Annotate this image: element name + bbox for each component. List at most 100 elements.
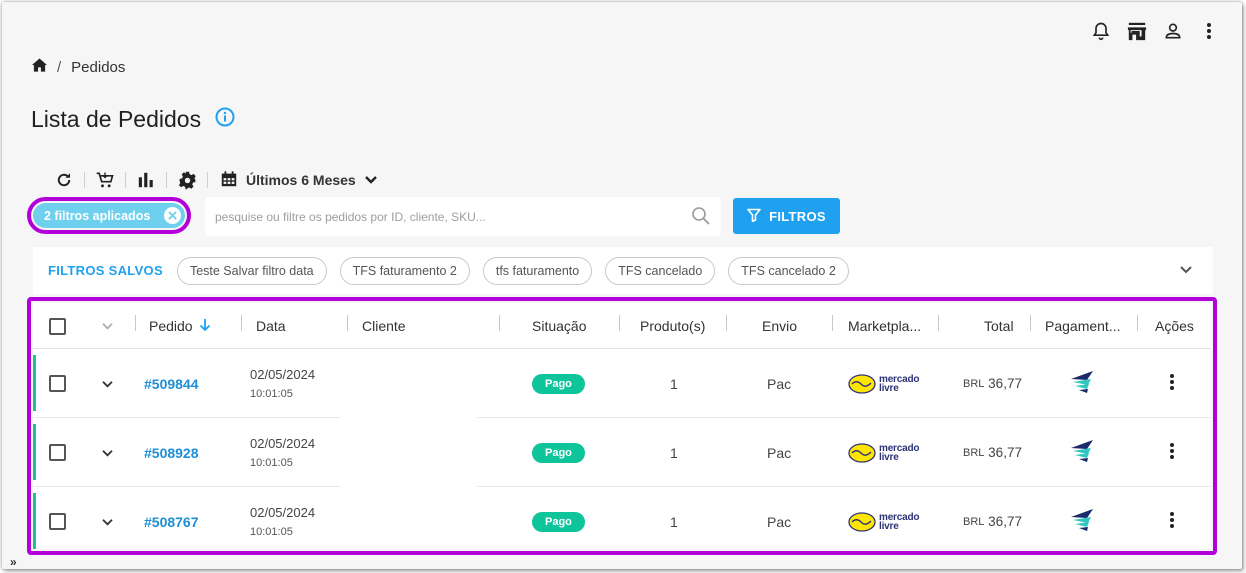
- home-icon[interactable]: [32, 58, 47, 76]
- shipping-cell: Pac: [767, 349, 791, 418]
- products-cell: 1: [670, 487, 678, 556]
- column-separator: [241, 315, 242, 331]
- products-count: 1: [670, 375, 678, 392]
- row-checkbox[interactable]: [49, 444, 66, 461]
- payment-cell: [1069, 349, 1097, 418]
- actions-cell: [1169, 487, 1175, 556]
- breadcrumb-separator: /: [57, 58, 62, 76]
- column-data[interactable]: Data: [256, 303, 286, 349]
- marketplace-cell: mercado livre: [848, 418, 919, 487]
- total-cell: BRL 36,77: [963, 349, 1022, 418]
- column-situacao-label: Situação: [532, 318, 587, 334]
- payment-cell: [1069, 487, 1097, 556]
- column-marketplace[interactable]: Marketpla...: [848, 303, 921, 349]
- chevron-down-icon[interactable]: [101, 445, 114, 461]
- saved-filters-label: FILTROS SALVOS: [48, 263, 163, 278]
- more-vert-icon[interactable]: [1198, 20, 1220, 42]
- column-total-label: Total: [984, 318, 1014, 334]
- products-cell: 1: [670, 349, 678, 418]
- order-time: 10:01:05: [250, 388, 293, 400]
- close-icon[interactable]: [164, 207, 181, 224]
- saved-filter-pill[interactable]: TFS cancelado: [605, 256, 716, 285]
- total-cell: BRL 36,77: [963, 487, 1022, 556]
- period-selector[interactable]: Últimos 6 Meses: [220, 170, 378, 191]
- column-pedido[interactable]: Pedido: [149, 303, 211, 349]
- saved-filter-pill[interactable]: tfs faturamento: [482, 256, 593, 285]
- column-produtos[interactable]: Produto(s): [640, 303, 705, 349]
- table-row[interactable]: #508767 02/05/2024 10:01:05 Pago 1 Pac me…: [33, 487, 1211, 556]
- payment-method-icon: [1069, 438, 1097, 467]
- shipping-cell: Pac: [767, 487, 791, 556]
- column-separator: [726, 315, 727, 331]
- column-pagamento[interactable]: Pagament...: [1045, 303, 1121, 349]
- chevron-down-icon[interactable]: [101, 318, 114, 334]
- total-value: 36,77: [988, 376, 1022, 391]
- column-cliente[interactable]: Cliente: [362, 303, 406, 349]
- order-id-link[interactable]: #508928: [144, 445, 199, 461]
- date-cell: 02/05/2024 10:01:05: [250, 487, 315, 556]
- bell-icon[interactable]: [1090, 20, 1112, 42]
- column-situacao[interactable]: Situação: [532, 303, 586, 349]
- total-currency: BRL: [963, 515, 985, 528]
- user-icon[interactable]: [1162, 20, 1184, 42]
- column-separator: [938, 315, 939, 331]
- applied-filters-chip[interactable]: 2 filtros aplicados: [33, 203, 185, 228]
- chevron-down-icon[interactable]: [1179, 262, 1193, 280]
- row-expand-cell: [101, 487, 114, 556]
- column-separator: [619, 315, 620, 331]
- saved-filter-pill[interactable]: Teste Salvar filtro data: [176, 256, 327, 285]
- date-cell: 02/05/2024 10:01:05: [250, 349, 315, 418]
- applied-filters-label: 2 filtros aplicados: [44, 208, 151, 223]
- toolbar-divider: [166, 172, 167, 188]
- saved-filter-pill[interactable]: TFS faturamento 2: [339, 256, 470, 285]
- info-icon[interactable]: [215, 106, 235, 133]
- cart-icon[interactable]: [93, 168, 117, 192]
- row-select-cell: [49, 487, 66, 556]
- search-input[interactable]: [215, 209, 685, 224]
- refresh-icon[interactable]: [52, 168, 76, 192]
- store-icon[interactable]: [1126, 20, 1148, 42]
- mercado-livre-logo: mercado livre: [848, 442, 919, 463]
- search-icon[interactable]: [691, 206, 711, 231]
- order-id-link[interactable]: #508767: [144, 514, 199, 530]
- shipping-method: Pac: [767, 444, 792, 461]
- row-expand-cell: [101, 349, 114, 418]
- chevron-down-icon[interactable]: [101, 376, 114, 392]
- toolbar-divider: [84, 172, 85, 188]
- status-cell: Pago: [532, 487, 585, 556]
- column-separator: [135, 315, 136, 331]
- mercado-livre-line2: livre: [879, 520, 899, 532]
- bar-chart-icon[interactable]: [134, 168, 158, 192]
- column-cliente-label: Cliente: [362, 318, 406, 334]
- sidebar-expander[interactable]: »: [10, 555, 17, 569]
- order-id-cell: #508928: [144, 418, 199, 487]
- search-box: [205, 197, 721, 236]
- column-total[interactable]: Total: [984, 303, 1014, 349]
- order-date: 02/05/2024: [250, 436, 316, 451]
- chevron-down-icon[interactable]: [101, 514, 114, 530]
- order-date: 02/05/2024: [250, 505, 316, 520]
- shipping-method: Pac: [767, 375, 792, 392]
- more-vert-icon[interactable]: [1169, 511, 1175, 532]
- column-envio[interactable]: Envio: [762, 303, 797, 349]
- row-checkbox[interactable]: [49, 513, 66, 530]
- shipping-cell: Pac: [767, 418, 791, 487]
- arrow-down-icon: [199, 318, 211, 335]
- breadcrumb-current: Pedidos: [71, 58, 126, 76]
- filters-button[interactable]: FILTROS: [733, 198, 840, 234]
- table-row[interactable]: #509844 02/05/2024 10:01:05 Pago 1 Pac me…: [33, 349, 1211, 418]
- saved-filter-pill[interactable]: TFS cancelado 2: [728, 256, 849, 285]
- order-date: 02/05/2024: [250, 367, 316, 382]
- order-id-link[interactable]: #509844: [144, 376, 199, 392]
- table-row[interactable]: #508928 02/05/2024 10:01:05 Pago 1 Pac me…: [33, 418, 1211, 487]
- row-checkbox[interactable]: [49, 375, 66, 392]
- filters-button-label: FILTROS: [769, 208, 826, 224]
- select-all-checkbox[interactable]: [49, 317, 66, 335]
- select-all-cell: [49, 303, 66, 349]
- more-vert-icon[interactable]: [1169, 442, 1175, 463]
- gear-icon[interactable]: [175, 168, 199, 192]
- more-vert-icon[interactable]: [1169, 373, 1175, 394]
- status-badge: Pago: [532, 442, 585, 463]
- status-badge: Pago: [532, 511, 585, 532]
- order-time: 10:01:05: [250, 457, 293, 469]
